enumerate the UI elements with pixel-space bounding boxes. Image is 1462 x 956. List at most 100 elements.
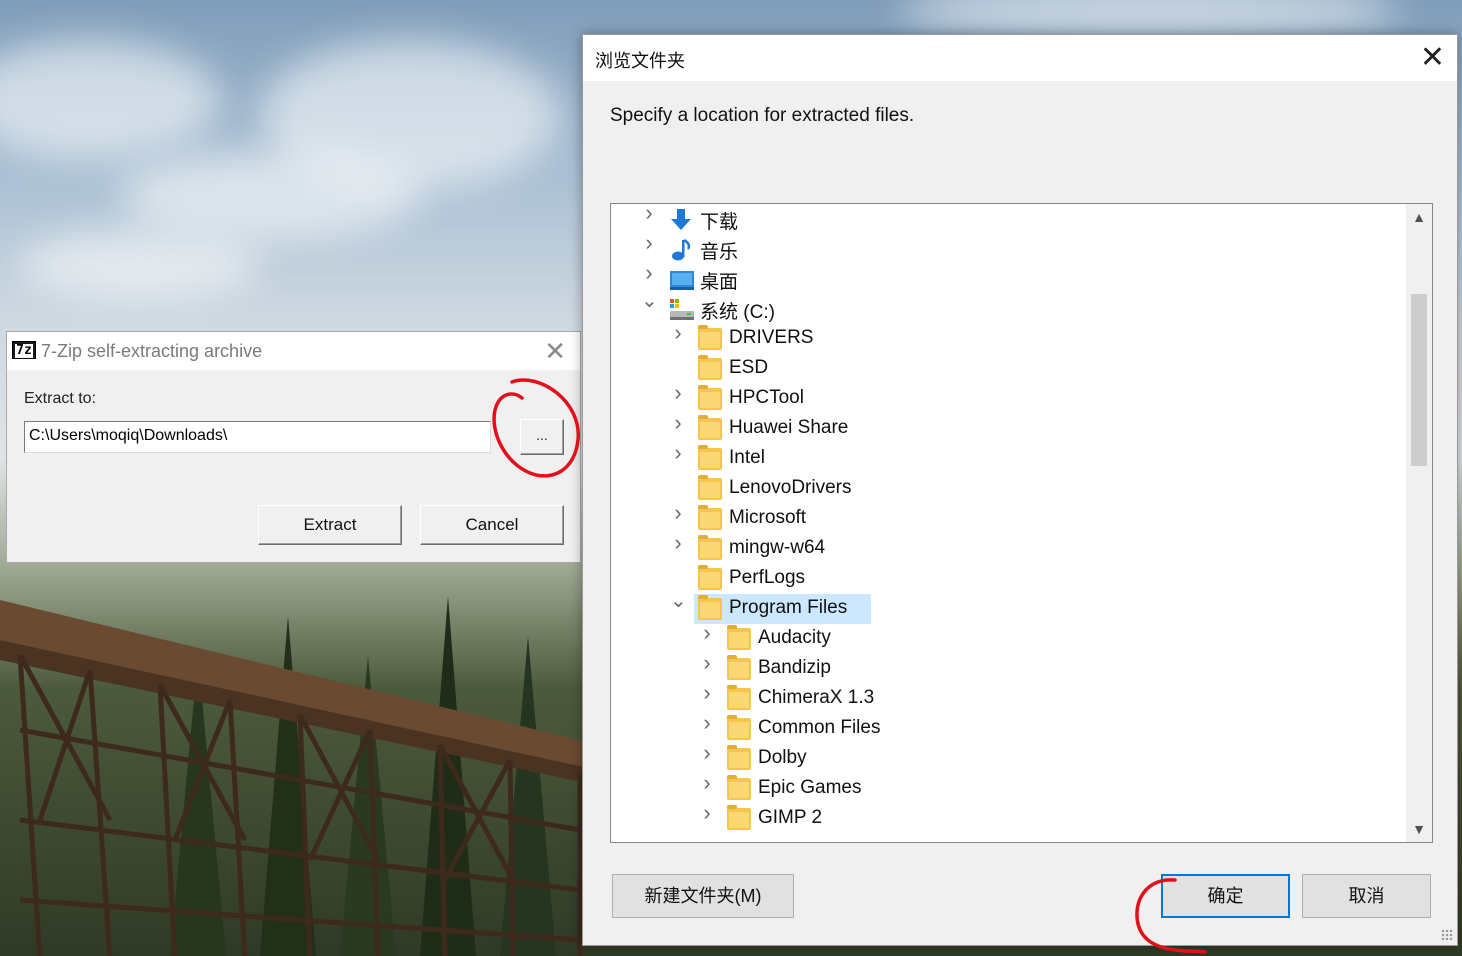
chevron-right-icon[interactable]: › (699, 802, 715, 824)
tree-item[interactable]: › mingw-w64 (611, 532, 1406, 564)
browse-folder-dialog: 浏览文件夹 ✕ Specify a location for extracted… (582, 34, 1458, 946)
vertical-scrollbar[interactable]: ▲ ▼ (1406, 204, 1432, 842)
folder-icon (698, 565, 722, 590)
chevron-right-icon[interactable]: › (699, 622, 715, 644)
tree-item-label: ChimeraX 1.3 (758, 687, 875, 708)
cloud (0, 40, 220, 160)
chevron-right-icon[interactable]: › (641, 262, 657, 284)
folder-icon (698, 415, 722, 440)
tree-item[interactable]: › 桌面 (611, 262, 1406, 294)
close-icon[interactable]: ✕ (1420, 41, 1445, 75)
tree-item-label: Microsoft (729, 507, 807, 528)
tree-item[interactable]: ⌄ Program Files (611, 591, 1406, 624)
folder-icon (698, 385, 722, 410)
sfx-dialog: 7z 7-Zip self-extracting archive ✕ Extra… (6, 331, 581, 563)
chevron-right-icon[interactable]: › (670, 532, 686, 554)
cancel-button[interactable]: 取消 (1302, 874, 1431, 918)
folder-icon (727, 775, 751, 800)
wooden-trestle-bridge (0, 600, 620, 956)
sfx-title: 7-Zip self-extracting archive (41, 341, 263, 361)
folder-icon (727, 655, 751, 680)
extract-button[interactable]: Extract (258, 505, 402, 545)
tree-item-label: 音乐 (700, 242, 739, 263)
cloud (260, 40, 560, 190)
chevron-right-icon[interactable]: › (699, 682, 715, 704)
folder-icon (727, 715, 751, 740)
folder-icon (727, 625, 751, 650)
chevron-right-icon[interactable]: › (670, 412, 686, 434)
scrollbar-thumb[interactable] (1411, 294, 1427, 466)
chevron-down-icon[interactable]: ⌄ (641, 291, 658, 311)
tree-item[interactable]: › 下载 (611, 204, 1406, 234)
tree-item[interactable]: ESD (611, 354, 1406, 384)
music-icon (669, 238, 693, 261)
chevron-right-icon[interactable]: › (670, 382, 686, 404)
7zip-logo-icon: 7z (12, 341, 36, 359)
tree-item-label: LenovoDrivers (729, 477, 852, 498)
folder-icon (727, 685, 751, 710)
tree-item-label: mingw-w64 (729, 537, 826, 558)
browse-button[interactable]: ... (520, 419, 564, 455)
chevron-right-icon[interactable]: › (670, 322, 686, 344)
tree-item-label: Bandizip (758, 657, 831, 678)
tree-item-label: Epic Games (758, 777, 862, 798)
cloud (20, 230, 260, 300)
new-folder-button[interactable]: 新建文件夹(M) (612, 874, 794, 918)
folder-icon (698, 475, 722, 500)
folder-icon (727, 745, 751, 770)
sfx-title-bar[interactable]: 7z 7-Zip self-extracting archive ✕ (7, 332, 580, 370)
tree-item-label: Intel (729, 447, 765, 468)
tree-item[interactable]: › Intel (611, 442, 1406, 474)
tree-item[interactable]: ⌄ 系统 (C:) (611, 291, 1406, 324)
tree-item[interactable]: › Epic Games (611, 772, 1406, 804)
folder-tree[interactable]: › GIMP 2 › Epic Games › Dolby › Common Files › Ch… (610, 203, 1433, 843)
chevron-right-icon[interactable]: › (641, 232, 657, 254)
scroll-down-icon[interactable]: ▼ (1406, 816, 1432, 842)
chevron-right-icon[interactable]: › (670, 502, 686, 524)
tree-item[interactable]: › Microsoft (611, 502, 1406, 534)
tree-item-label: 桌面 (700, 272, 739, 293)
tree-item[interactable]: › HPCTool (611, 382, 1406, 414)
tree-item-label: ESD (729, 357, 769, 378)
tree-item[interactable]: › Common Files (611, 712, 1406, 744)
tree-item[interactable]: › ChimeraX 1.3 (611, 682, 1406, 714)
chevron-right-icon[interactable]: › (699, 772, 715, 794)
tree-item[interactable]: PerfLogs (611, 564, 1406, 594)
chevron-down-icon[interactable]: ⌄ (670, 591, 687, 611)
browse-description: Specify a location for extracted files. (610, 105, 915, 126)
cancel-button[interactable]: Cancel (420, 505, 564, 545)
scroll-up-icon[interactable]: ▲ (1406, 204, 1432, 230)
chevron-right-icon[interactable]: › (641, 204, 657, 224)
tree-item-label: GIMP 2 (758, 807, 823, 828)
desktop-icon (669, 268, 694, 290)
ok-button[interactable]: 确定 (1161, 874, 1290, 918)
chevron-right-icon[interactable]: › (670, 442, 686, 464)
folder-icon (698, 505, 722, 530)
tree-item[interactable]: › DRIVERS (611, 322, 1406, 354)
chevron-right-icon[interactable]: › (699, 652, 715, 674)
tree-item[interactable]: › Huawei Share (611, 412, 1406, 444)
close-icon[interactable]: ✕ (544, 336, 566, 366)
tree-item[interactable]: › Bandizip (611, 652, 1406, 684)
tree-item[interactable]: › 音乐 (611, 232, 1406, 264)
tree-item-label: Common Files (758, 717, 881, 738)
tree-item-label: Audacity (758, 627, 831, 648)
browse-title: 浏览文件夹 (595, 51, 685, 71)
tree-item-label: 下载 (700, 212, 739, 233)
extract-path-input[interactable]: C:\Users\moqiq\Downloads\ (24, 421, 491, 453)
drive-icon (669, 298, 694, 320)
browse-title-bar[interactable]: 浏览文件夹 ✕ (583, 35, 1457, 81)
tree-item[interactable]: › GIMP 2 (611, 802, 1406, 834)
tree-item-label: DRIVERS (729, 327, 814, 348)
folder-icon (698, 445, 722, 470)
resize-grip-icon[interactable] (1441, 929, 1453, 941)
chevron-right-icon[interactable]: › (699, 742, 715, 764)
extract-to-label: Extract to: (24, 390, 97, 407)
tree-item-label: PerfLogs (729, 567, 806, 588)
chevron-right-icon[interactable]: › (699, 712, 715, 734)
tree-item[interactable]: › Audacity (611, 622, 1406, 654)
tree-item[interactable]: › Dolby (611, 742, 1406, 774)
tree-item[interactable]: LenovoDrivers (611, 474, 1406, 504)
tree-item-label: Program Files (729, 597, 848, 618)
tree-item-label: HPCTool (729, 387, 804, 408)
